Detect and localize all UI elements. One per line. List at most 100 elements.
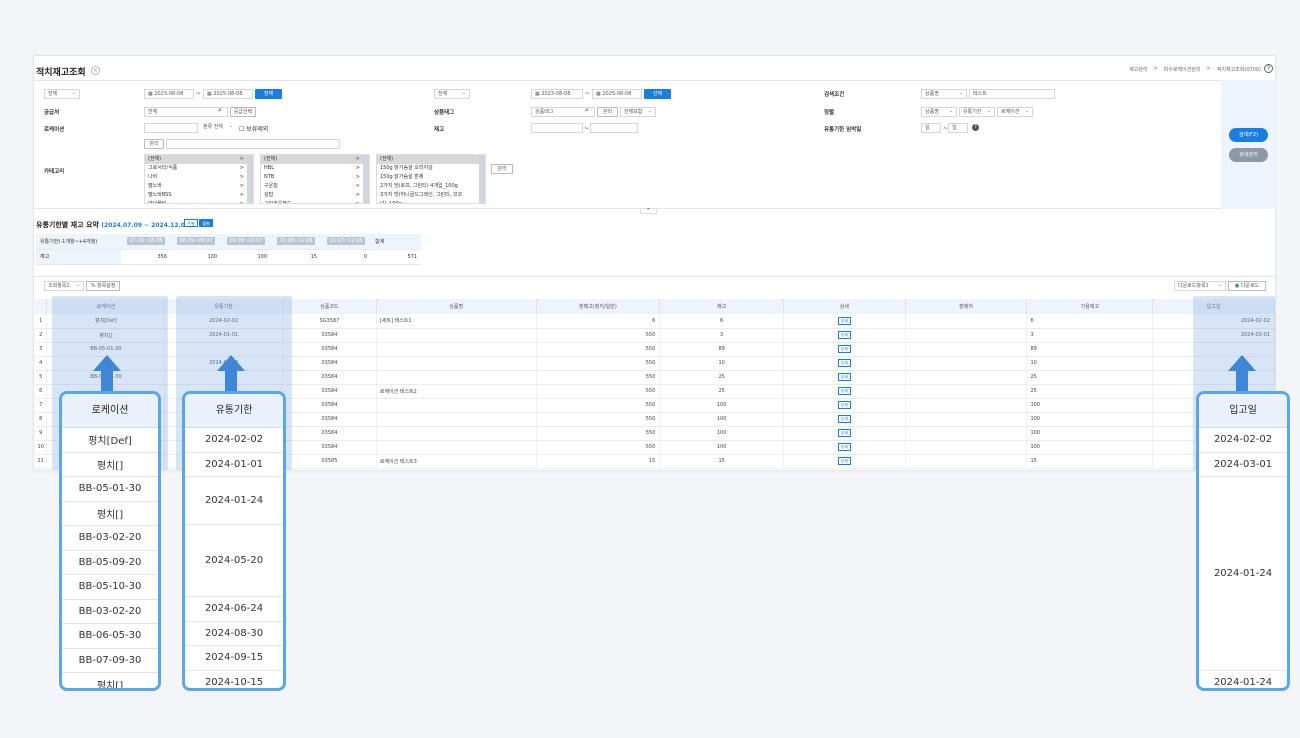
search-keyword-input[interactable]: 테스트 <box>969 89 1055 99</box>
date-type-select-2[interactable]: 전체 <box>434 89 470 99</box>
detail-button[interactable]: 상세 <box>837 457 852 465</box>
column-header[interactable]: 재고 <box>659 299 784 314</box>
view-items-select[interactable]: 조회항목1 <box>44 281 84 291</box>
callout-item: BB-06-05-30 <box>62 624 158 649</box>
help-icon[interactable]: ? <box>972 124 979 131</box>
category-option[interactable]: 2가지 맛(호프, 그린티) 4개입_100g <box>377 182 485 191</box>
search-manage-button[interactable]: 검색관리 <box>1229 148 1268 162</box>
callout-item: 2024-01-01 <box>185 453 283 477</box>
column-header[interactable]: 판매처 <box>905 299 1028 314</box>
tag-include-select[interactable]: 전체포함 <box>620 107 656 117</box>
category-option[interactable]: HBL > <box>261 164 369 173</box>
column-header[interactable]: 상품명 <box>376 299 537 314</box>
category-option[interactable]: 3가지 맛(허니골드그레인, 그린티, 코코넛)_100g <box>377 191 485 203</box>
collapse-toggle[interactable]: ^ <box>640 208 657 214</box>
table-cell: 100 <box>659 412 784 427</box>
category-option[interactable]: 델노바 > <box>145 182 253 191</box>
item-settings-button[interactable]: % 항목설정 <box>86 281 120 291</box>
tag-manage-button[interactable]: 관리 <box>597 107 618 117</box>
callout-item: BB-03-02-20 <box>62 600 158 624</box>
monthly-chip[interactable]: 월별 <box>199 219 213 227</box>
chevron-right-icon: > <box>1153 66 1158 72</box>
search-button[interactable]: 검색(F2) <box>1229 128 1268 142</box>
category-option[interactable]: 그린라운푸드 > <box>261 200 369 203</box>
detail-button[interactable]: 상세 <box>837 443 852 451</box>
sort-select-1[interactable]: 상품명 <box>921 107 957 117</box>
detail-button[interactable]: 상세 <box>837 429 852 437</box>
callout-item: 2024-02-02 <box>185 428 283 453</box>
table-cell: 550 <box>536 412 661 427</box>
supplier-select-button[interactable]: 공급선택 <box>230 107 256 117</box>
search-icon[interactable]: ⌕ <box>585 106 589 115</box>
detail-button[interactable]: 상세 <box>837 373 852 381</box>
supplier-input[interactable]: 전체 <box>144 107 228 117</box>
end-date-input-2[interactable]: ▦ 2025-08-08 <box>592 89 642 99</box>
close-tab-icon[interactable]: × <box>91 66 100 75</box>
weekly-chip[interactable]: 주별 <box>184 219 198 227</box>
detail-button[interactable]: 상세 <box>837 387 852 395</box>
detail-button[interactable]: 상세 <box>837 359 852 367</box>
table-cell <box>905 356 1028 371</box>
category-option[interactable]: 150g 닭가슴살 오리지널 <box>377 164 485 173</box>
category-option[interactable]: 김밥 > <box>261 191 369 200</box>
column-header[interactable] <box>35 299 48 314</box>
detail-button[interactable]: 상세 <box>837 401 852 409</box>
stock-max-input[interactable] <box>590 123 638 133</box>
breadcrumb-item[interactable]: 재고관리 <box>1129 66 1147 73</box>
location-class-select[interactable]: 분류 전체 <box>200 123 236 133</box>
table-cell: 25 <box>659 370 784 385</box>
category-text-input[interactable] <box>166 139 340 149</box>
manage-button[interactable]: 관리 <box>144 139 164 149</box>
category-option[interactable]: 그로서리/식품 > <box>145 164 253 173</box>
detail-button[interactable]: 상세 <box>837 316 852 325</box>
location-label: 로케이션 <box>44 127 65 133</box>
stock-min-input[interactable] <box>531 123 583 133</box>
location-input[interactable] <box>144 123 198 133</box>
start-date-input[interactable]: ▦ 2023-08-08 <box>144 89 194 99</box>
category-manage-button[interactable]: 관리 <box>491 164 513 174</box>
column-header[interactable]: 가용재고 <box>1026 299 1154 314</box>
category-option[interactable]: NTB > <box>261 173 369 182</box>
detail-button[interactable]: 상세 <box>837 345 852 353</box>
hold-exclude-checkbox[interactable]: ☐ 보류제외 <box>239 124 268 133</box>
search-icon[interactable]: ⌕ <box>218 106 222 115</box>
download-button[interactable]: ▣ 다운로드 <box>1228 281 1266 291</box>
breadcrumb-item[interactable]: 피수로케이션관리 <box>1164 66 1201 73</box>
category-option[interactable]: (전체) > <box>145 155 253 164</box>
help-icon[interactable]: ? <box>1264 64 1273 73</box>
table-cell: 상세 <box>783 314 906 329</box>
summary-header: 10.08~11.06 <box>276 237 316 246</box>
category-option[interactable]: 나비 > <box>145 173 253 182</box>
column-header[interactable]: 판매고(정지/일반) <box>536 299 661 314</box>
sort-select-3[interactable]: 로케이션 <box>997 107 1033 117</box>
category-list-2[interactable]: (전체) > HBL > NTB > 구운칩 > 김밥 > 그린라운푸드 > <box>260 154 370 204</box>
category-option[interactable]: 150g 닭가슴살 훈제 <box>377 173 485 182</box>
select-dates-button[interactable]: 선택 <box>644 89 671 99</box>
table-cell <box>376 412 537 427</box>
end-date-input[interactable]: ▦ 2025-08-08 <box>203 89 253 99</box>
sort-select-2[interactable]: 유통기한 <box>959 107 995 117</box>
category-option[interactable]: 구운칩 > <box>261 182 369 191</box>
category-option[interactable]: (전체) > <box>261 155 369 164</box>
detail-button[interactable]: 상세 <box>837 415 852 423</box>
detail-button[interactable]: 상세 <box>837 331 852 339</box>
all-dates-button[interactable]: 전체 <box>255 89 282 99</box>
table-cell <box>905 314 1028 329</box>
callout-item: BB-07-09-30 <box>62 649 158 673</box>
download-items-select[interactable]: 다운로드항목1 <box>1174 281 1226 291</box>
expiry-callout-card: 유통기한 2024-02-02 2024-01-01 2024-01-24 2024-… <box>182 391 286 691</box>
category-list-3[interactable]: (전체) 150g 닭가슴살 오리지널 150g 닭가슴살 훈제 2가지 맛(호프, … <box>376 154 486 204</box>
category-list-1[interactable]: (전체) > 그로서리/식품 > 나비 > 델노바 > 델노바BSS > 마이폴링 > <box>144 154 254 204</box>
category-option[interactable]: (전체) <box>377 155 485 164</box>
date-type-select[interactable]: 전체 <box>44 89 80 99</box>
expiry-max-input[interactable]: 일 <box>948 123 968 133</box>
category-option[interactable]: 마이폴링 > <box>145 200 253 203</box>
column-header[interactable]: 상세 <box>783 299 906 314</box>
column-header[interactable]: 상품코드 <box>282 299 377 314</box>
start-date-input-2[interactable]: ▦ 2023-08-08 <box>531 89 583 99</box>
category-option[interactable]: 델노바BSS > <box>145 191 253 200</box>
table-cell: [세트] 테스트1 <box>376 314 537 329</box>
expiry-min-input[interactable]: 일 <box>921 123 941 133</box>
callout-item: 2024-01-24 <box>1199 477 1287 671</box>
search-condition-select[interactable]: 상품명 <box>921 89 967 99</box>
